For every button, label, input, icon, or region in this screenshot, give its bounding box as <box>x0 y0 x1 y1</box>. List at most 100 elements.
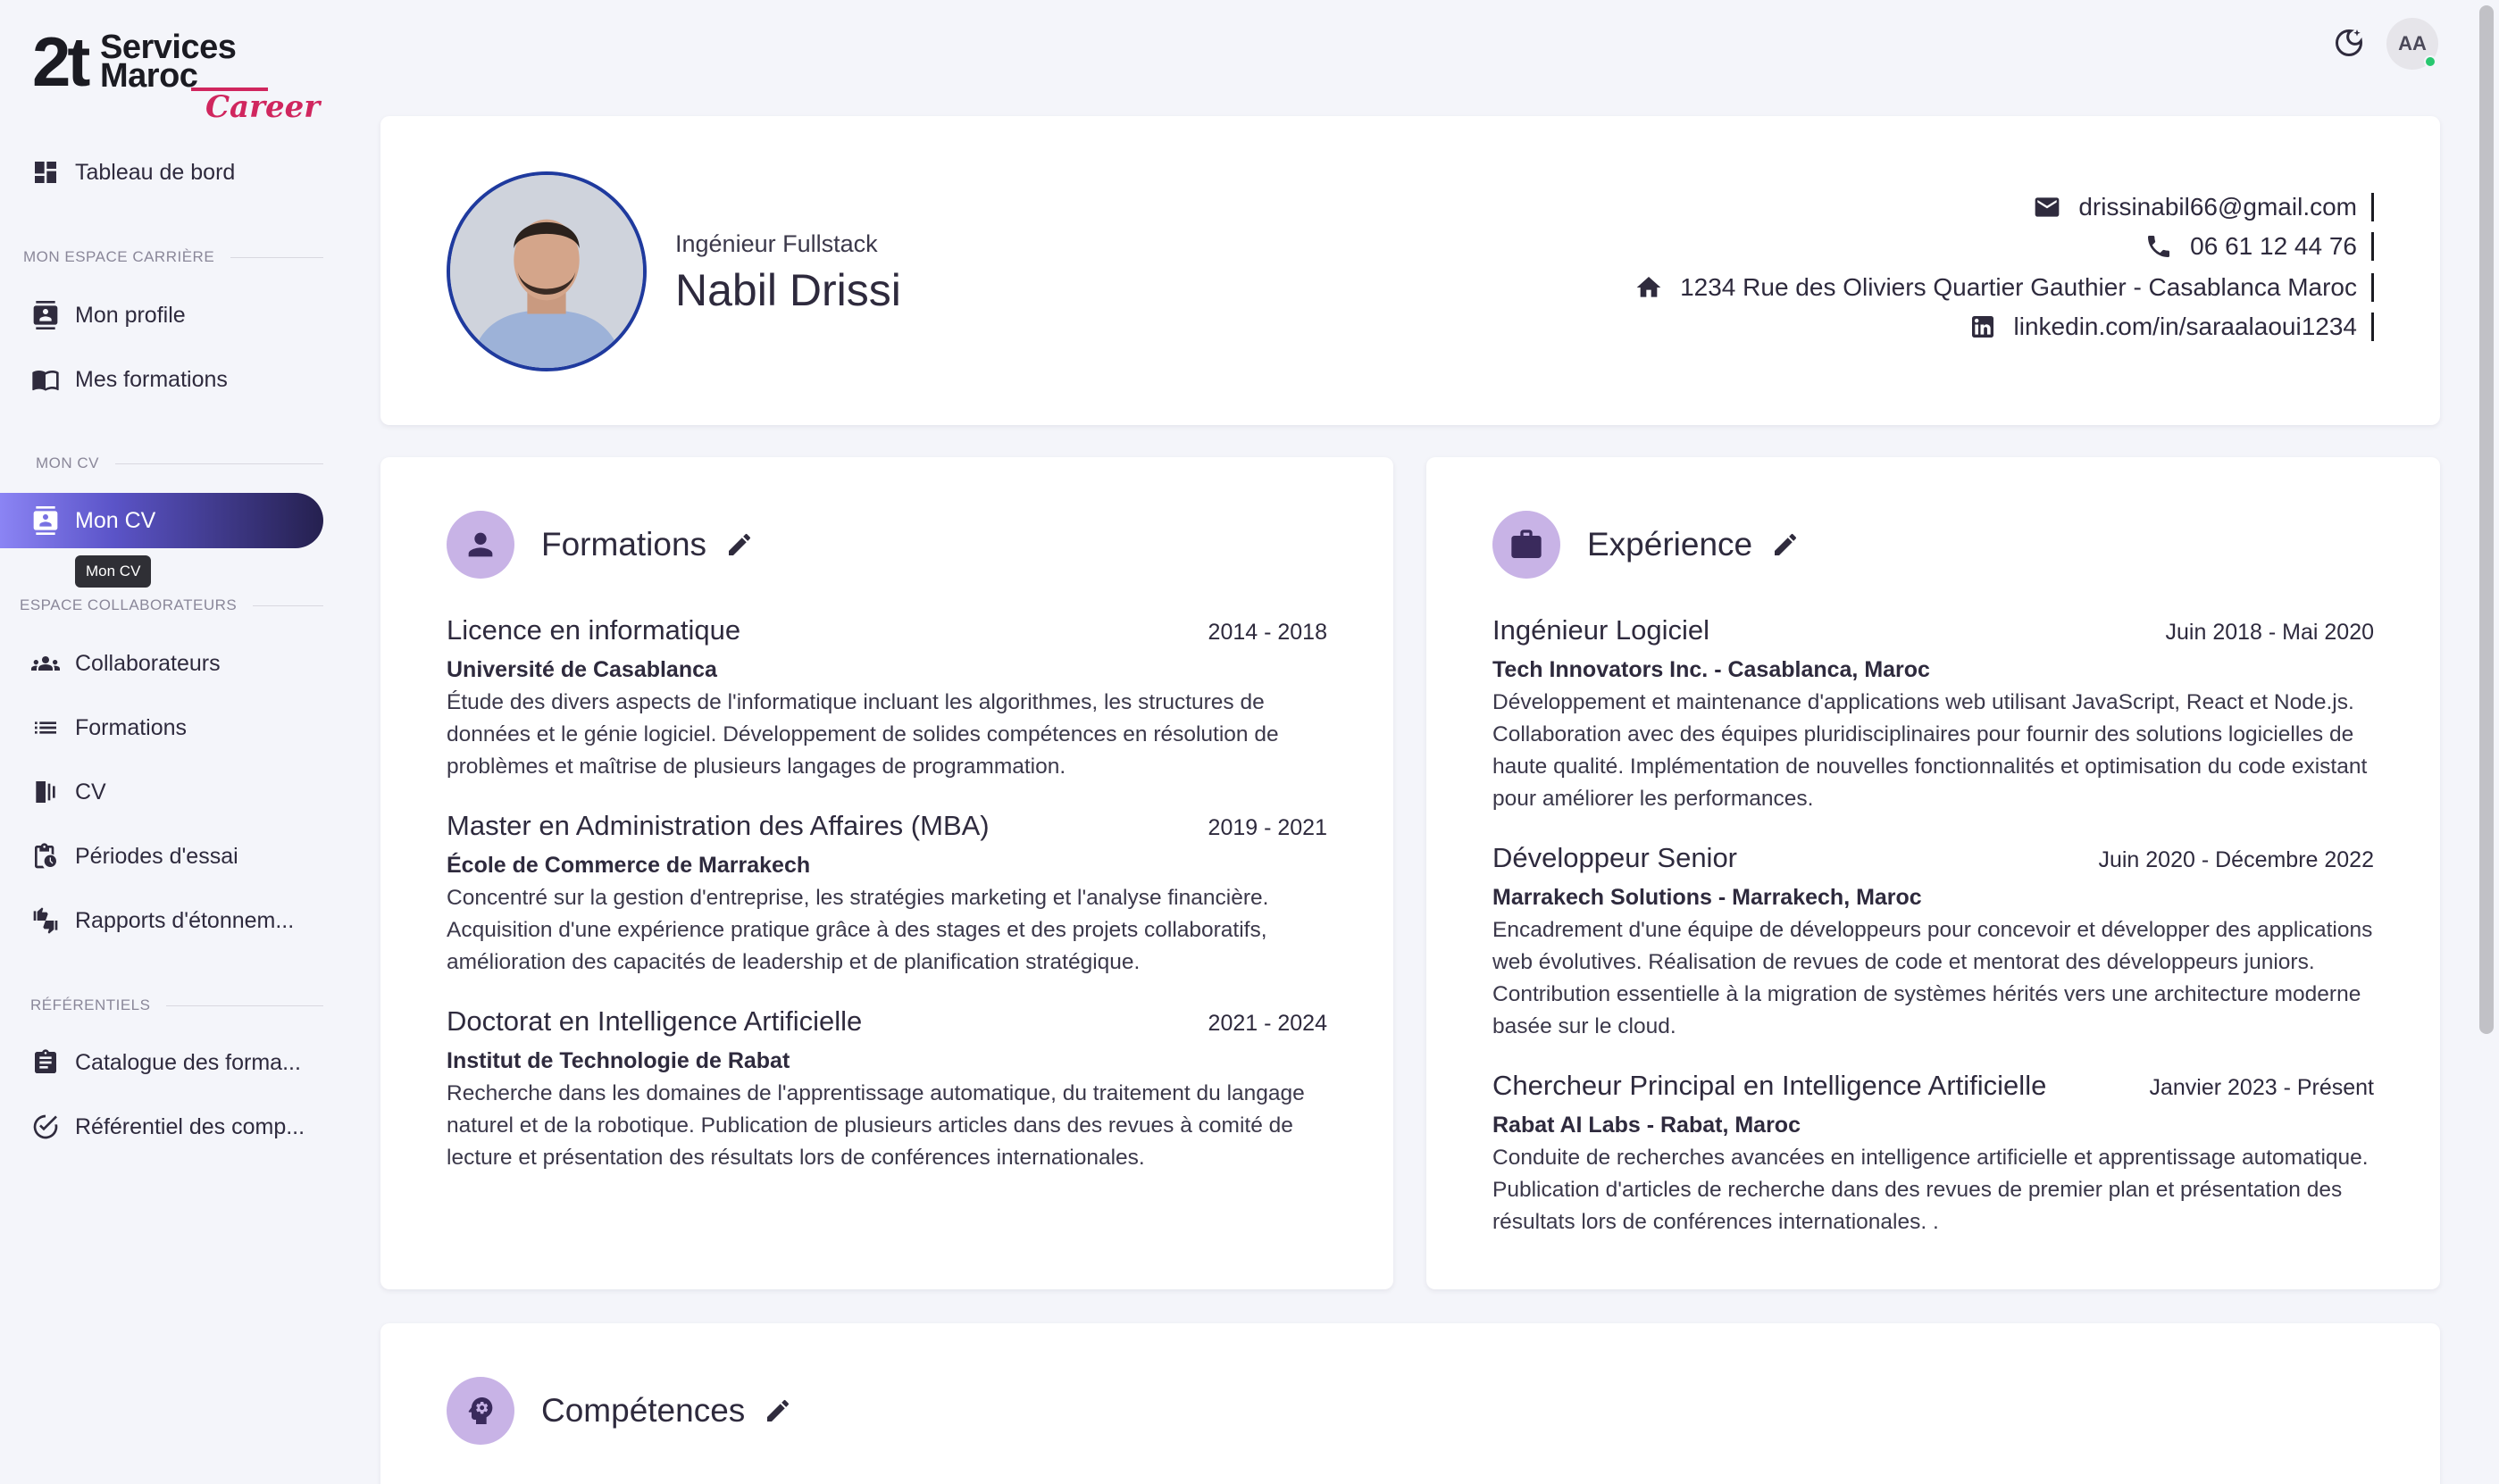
profile-photo <box>447 171 647 371</box>
sidebar-item-catalogue[interactable]: Catalogue des forma... <box>0 1035 323 1090</box>
section-cv: MON CV <box>0 453 323 474</box>
section-referentials: RÉFÉRENTIELS <box>0 995 323 1016</box>
entry-title: Licence en informatique <box>447 614 741 646</box>
divider <box>2371 193 2374 221</box>
documents-icon <box>30 777 61 807</box>
sidebar-item-reports[interactable]: Rapports d'étonnem... <box>0 893 323 948</box>
formations-title: Formations <box>541 526 707 563</box>
divider <box>2371 232 2374 261</box>
list-icon <box>30 713 61 743</box>
person-name: Nabil Drissi <box>675 265 901 315</box>
skills-title: Compétences <box>541 1392 746 1429</box>
list-item: Chercheur Principal en Intelligence Arti… <box>1492 1070 2374 1238</box>
logo-line2: Maroc <box>100 57 198 95</box>
job-title: Ingénieur Fullstack <box>675 230 878 257</box>
sidebar-item-trial-periods[interactable]: Périodes d'essai <box>0 829 323 884</box>
logo-mark: 2t <box>32 22 90 101</box>
sidebar-item-label: Mon CV <box>75 507 156 533</box>
formations-header: Formations <box>447 511 755 579</box>
sidebar-item-label: Catalogue des forma... <box>75 1049 301 1075</box>
entry-title: Ingénieur Logiciel <box>1492 614 1710 646</box>
avatar-initials: AA <box>2398 32 2427 54</box>
formations-list: Licence en informatique 2014 - 2018 Univ… <box>447 614 1327 1201</box>
section-collaborators-label: ESPACE COLLABORATEURS <box>20 596 238 613</box>
sidebar-item-label: Périodes d'essai <box>75 843 238 869</box>
home-icon <box>1634 272 1664 303</box>
address-text: 1234 Rue des Oliviers Quartier Gauthier … <box>1680 273 2357 301</box>
email-text: drissinabil66@gmail.com <box>2078 193 2357 221</box>
entry-description: Recherche dans les domaines de l'apprent… <box>447 1081 1305 1170</box>
briefcase-icon <box>1492 511 1560 579</box>
entry-dates: 2019 - 2021 <box>1208 815 1327 840</box>
experience-header: Expérience <box>1492 511 1801 579</box>
online-status-dot <box>2424 55 2436 68</box>
sidebar-item-dashboard[interactable]: Tableau de bord <box>0 145 323 200</box>
entry-organization: Institut de Technologie de Rabat <box>447 1048 790 1073</box>
sidebar-item-collaborators[interactable]: Collaborateurs <box>0 636 323 691</box>
edit-skills-icon[interactable] <box>763 1396 793 1426</box>
sidebar-item-label: Rapports d'étonnem... <box>75 907 295 933</box>
entry-title: Chercheur Principal en Intelligence Arti… <box>1492 1070 2047 1101</box>
sidebar-item-my-cv[interactable]: Mon CV <box>0 493 323 548</box>
clipboard-list-icon <box>30 1047 61 1078</box>
profile-card: Ingénieur Fullstack Nabil Drissi drissin… <box>380 116 2440 425</box>
list-item: Licence en informatique 2014 - 2018 Univ… <box>447 614 1327 783</box>
contact-address: 1234 Rue des Oliviers Quartier Gauthier … <box>1634 271 2374 304</box>
experience-card: Expérience Ingénieur Logiciel Juin 2018 … <box>1426 457 2440 1289</box>
dashboard-icon <box>30 157 61 188</box>
entry-organization: Rabat AI Labs - Rabat, Maroc <box>1492 1113 1801 1138</box>
entry-title: Développeur Senior <box>1492 842 1738 873</box>
entry-dates: Janvier 2023 - Présent <box>2149 1075 2374 1100</box>
list-item: Doctorat en Intelligence Artificielle 20… <box>447 1005 1327 1174</box>
sidebar-item-label: Formations <box>75 714 188 740</box>
moon-icon <box>2336 29 2363 56</box>
entry-organization: Tech Innovators Inc. - Casablanca, Maroc <box>1492 657 1930 682</box>
entry-description: Étude des divers aspects de l'informatiq… <box>447 690 1279 779</box>
entry-description: Encadrement d'une équipe de développeurs… <box>1492 918 2373 1038</box>
sidebar-item-competences[interactable]: Référentiel des comp... <box>0 1099 323 1155</box>
entry-organization: Marrakech Solutions - Marrakech, Maroc <box>1492 885 1922 910</box>
contact-linkedin[interactable]: linkedin.com/in/saraalaoui1234 <box>1968 311 2374 343</box>
sidebar-item-cv[interactable]: CV <box>0 764 323 820</box>
sidebar-item-label: Référentiel des comp... <box>75 1113 305 1139</box>
brand-logo[interactable]: 2t Services Maroc Career <box>32 22 320 125</box>
tooltip-my-cv: Mon CV <box>75 555 152 588</box>
entry-description: Conduite de recherches avancées en intel… <box>1492 1146 2369 1234</box>
divider <box>2371 273 2374 302</box>
list-item: Développeur Senior Juin 2020 - Décembre … <box>1492 842 2374 1043</box>
skills-card: Compétences <box>380 1323 2440 1484</box>
divider <box>2371 313 2374 341</box>
sidebar-item-label: Tableau de bord <box>75 159 236 185</box>
entry-title: Doctorat en Intelligence Artificielle <box>447 1005 863 1037</box>
clipboard-clock-icon <box>30 841 61 871</box>
entry-dates: 2014 - 2018 <box>1208 620 1327 645</box>
edit-experience-icon[interactable] <box>1770 529 1801 560</box>
sidebar-item-label: Mon profile <box>75 302 186 328</box>
user-avatar-button[interactable]: AA <box>2386 18 2438 70</box>
list-item: Ingénieur Logiciel Juin 2018 - Mai 2020 … <box>1492 614 2374 815</box>
phone-icon <box>2144 231 2174 262</box>
entry-organization: Université de Casablanca <box>447 657 717 682</box>
section-collaborators: ESPACE COLLABORATEURS <box>0 595 323 616</box>
theme-toggle-button[interactable] <box>2331 25 2367 61</box>
mail-icon <box>2032 192 2062 222</box>
book-open-icon <box>30 364 61 395</box>
scrollbar-thumb[interactable] <box>2479 5 2494 1034</box>
linkedin-text: linkedin.com/in/saraalaoui1234 <box>2013 313 2357 340</box>
check-circle-icon <box>30 1112 61 1142</box>
experience-list: Ingénieur Logiciel Juin 2018 - Mai 2020 … <box>1492 614 2374 1265</box>
head-gear-icon <box>447 1377 514 1445</box>
phone-text: 06 61 12 44 76 <box>2190 232 2357 260</box>
person-icon <box>447 511 514 579</box>
edit-formations-icon[interactable] <box>724 529 755 560</box>
contact-email[interactable]: drissinabil66@gmail.com <box>2032 191 2374 223</box>
sidebar-item-trainings[interactable]: Formations <box>0 700 323 755</box>
section-referentials-label: RÉFÉRENTIELS <box>30 996 151 1013</box>
contact-phone[interactable]: 06 61 12 44 76 <box>2144 230 2374 263</box>
sidebar-item-label: Mes formations <box>75 366 228 392</box>
thumbs-icon <box>30 905 61 936</box>
sidebar-item-my-trainings[interactable]: Mes formations <box>0 352 323 407</box>
entry-dates: Juin 2020 - Décembre 2022 <box>2098 847 2374 872</box>
section-career: MON ESPACE CARRIÈRE <box>0 246 323 268</box>
sidebar-item-profile[interactable]: Mon profile <box>0 288 323 343</box>
